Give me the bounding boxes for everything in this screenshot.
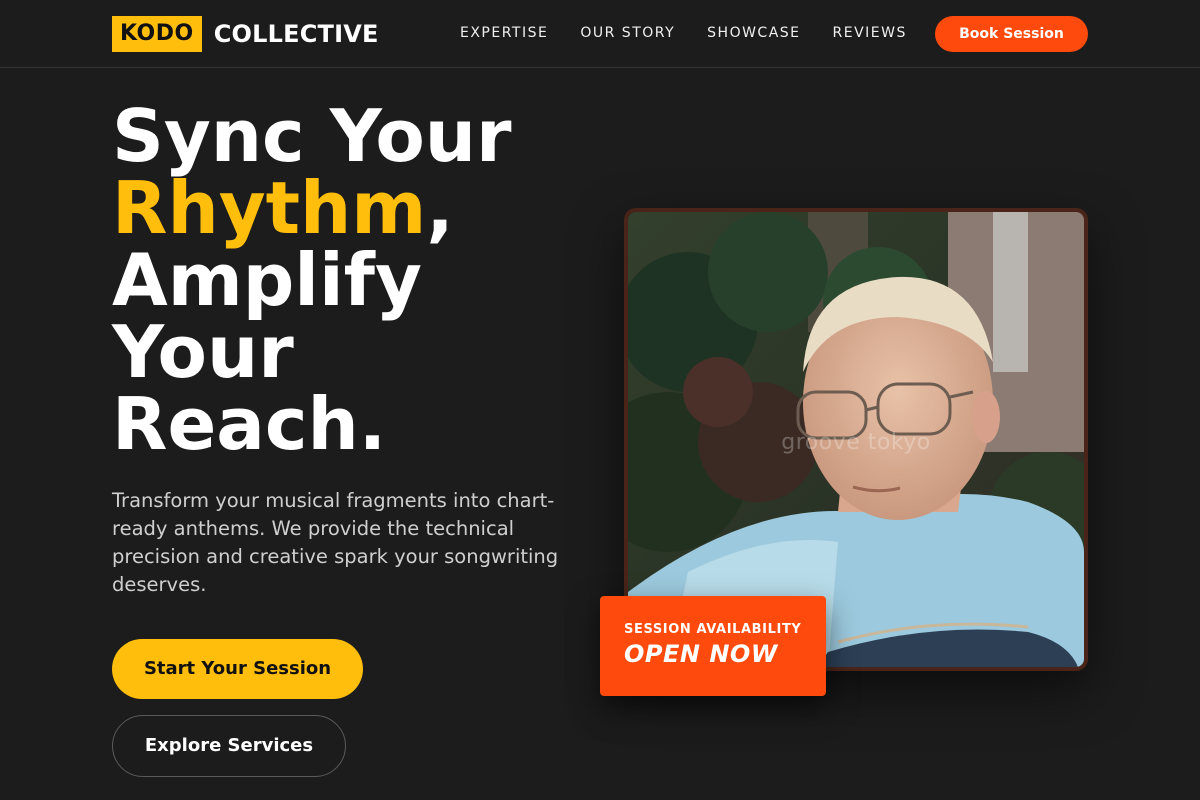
nav-link-reviews[interactable]: REVIEWS — [833, 24, 907, 42]
headline-line-5: Reach. — [112, 382, 387, 466]
logo-badge: KODO — [112, 16, 202, 52]
availability-card: SESSION AVAILABILITY OPEN NOW — [600, 596, 826, 696]
photo-watermark: groove tokyo — [781, 430, 931, 455]
nav-link-showcase[interactable]: SHOWCASE — [707, 24, 800, 42]
logo-name: COLLECTIVE — [213, 20, 379, 48]
brand-logo[interactable]: KODO COLLECTIVE — [112, 16, 379, 52]
main-nav: EXPERTISE OUR STORY SHOWCASE REVIEWS — [460, 24, 939, 42]
start-session-button[interactable]: Start Your Session — [112, 639, 363, 699]
hero-description: Transform your musical fragments into ch… — [112, 489, 559, 596]
hero-headline: Sync Your Rhythm, Amplify Your Reach. — [112, 100, 592, 460]
nav-link-expertise[interactable]: EXPERTISE — [460, 24, 548, 42]
availability-status: OPEN NOW — [624, 640, 778, 668]
book-session-button[interactable]: Book Session — [935, 16, 1088, 52]
explore-services-button[interactable]: Explore Services — [112, 715, 346, 777]
nav-link-our-story[interactable]: OUR STORY — [580, 24, 675, 42]
top-navbar: KODO COLLECTIVE EXPERTISE OUR STORY SHOW… — [0, 0, 1200, 68]
availability-label: SESSION AVAILABILITY — [624, 622, 802, 637]
headline-comma: , — [426, 166, 454, 250]
